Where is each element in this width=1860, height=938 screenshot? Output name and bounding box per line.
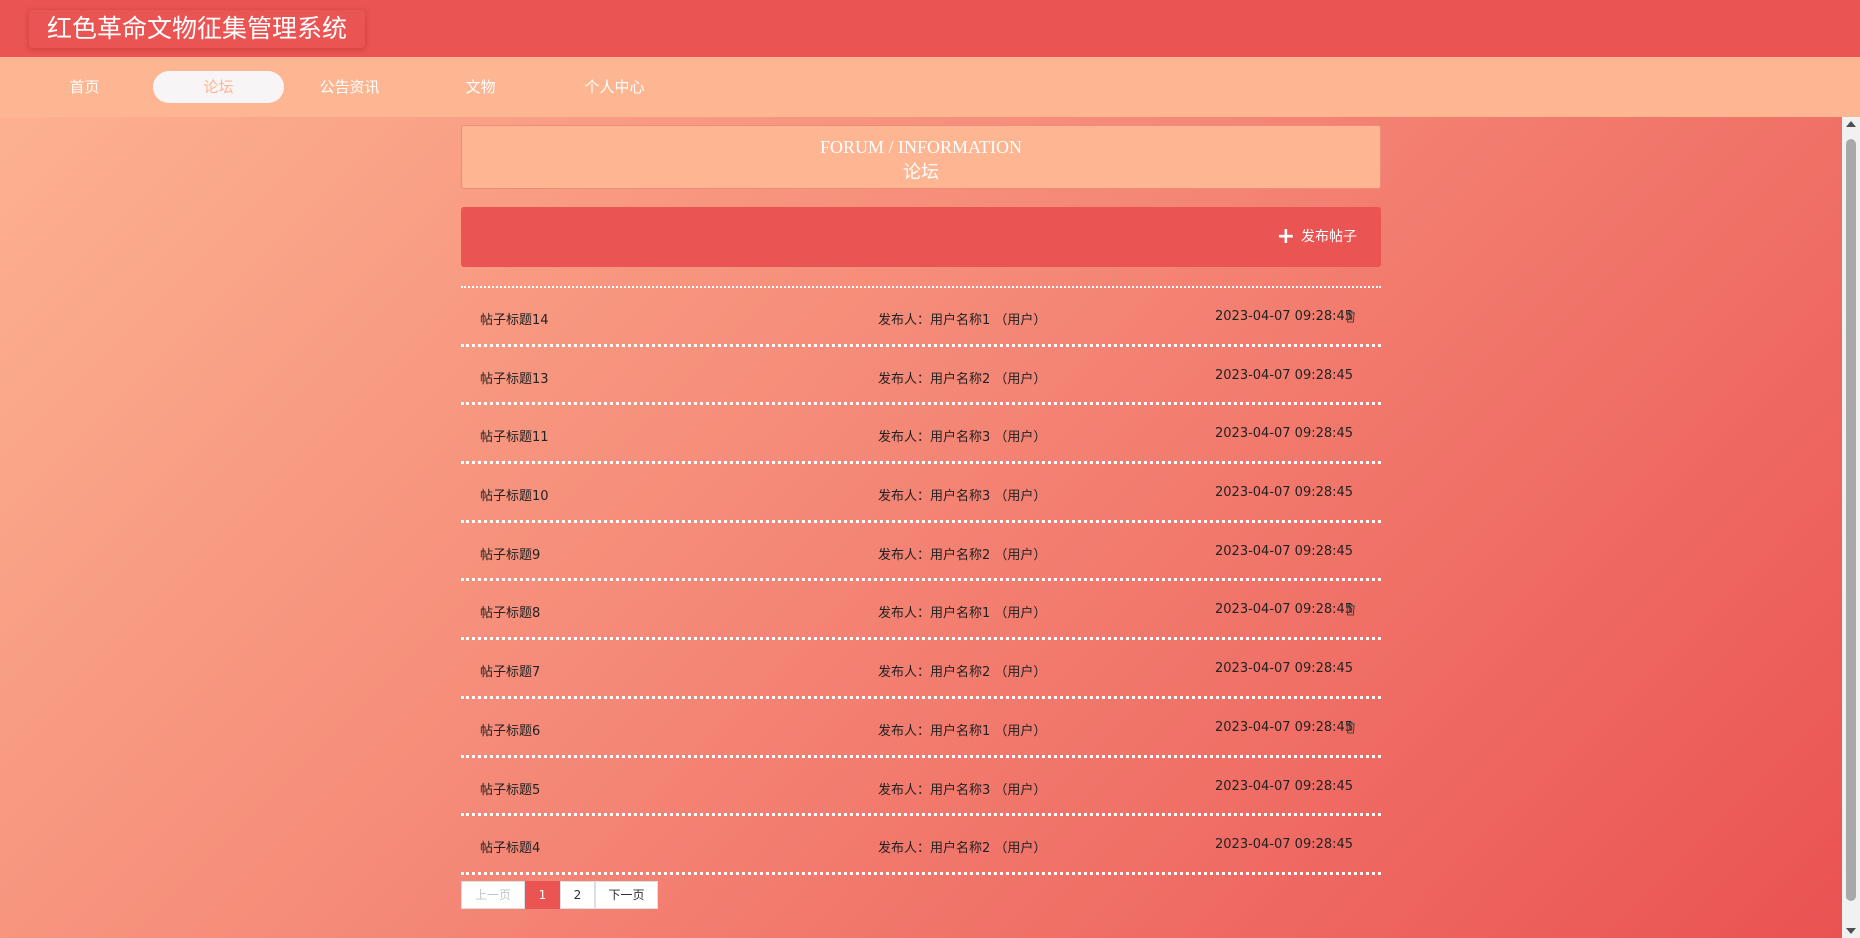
nav-bar: 首页 论坛 公告资讯 文物 个人中心 — [0, 57, 1860, 117]
forum-content: FORUM / INFORMATION 论坛 + 发布帖子 帖子标题14 发布人：… — [461, 125, 1381, 875]
post-row[interactable]: 帖子标题10 发布人：用户名称3 （用户） 2023-04-07 09:28:45 — [461, 464, 1381, 523]
post-title[interactable]: 帖子标题8 — [480, 602, 540, 621]
post-row[interactable]: 帖子标题7 发布人：用户名称2 （用户） 2023-04-07 09:28:45 — [461, 640, 1381, 699]
post-author: 发布人：用户名称1 （用户） — [878, 723, 1047, 739]
post-row[interactable]: 帖子标题13 发布人：用户名称2 （用户） 2023-04-07 09:28:45 — [461, 347, 1381, 406]
post-title[interactable]: 帖子标题13 — [480, 368, 549, 387]
post-time: 2023-04-07 09:28:45 — [1215, 426, 1354, 442]
delete-icon[interactable] — [1345, 310, 1356, 323]
post-author: 发布人：用户名称2 （用户） — [878, 841, 1047, 857]
post-title[interactable]: 帖子标题14 — [480, 309, 549, 328]
post-row[interactable]: 帖子标题6 发布人：用户名称1 （用户） 2023-04-07 09:28:45 — [461, 699, 1381, 758]
nav-item-forum[interactable]: 论坛 — [153, 71, 284, 103]
post-row[interactable]: 帖子标题8 发布人：用户名称1 （用户） 2023-04-07 09:28:45 — [461, 581, 1381, 641]
post-title[interactable]: 帖子标题9 — [480, 544, 540, 563]
nav-item-home[interactable]: 首页 — [19, 71, 150, 103]
nav-item-announcements[interactable]: 公告资讯 — [284, 71, 415, 103]
post-row[interactable]: 帖子标题4 发布人：用户名称2 （用户） 2023-04-07 09:28:45 — [461, 816, 1381, 875]
section-title-cn: 论坛 — [903, 162, 939, 182]
post-time: 2023-04-07 09:28:45 — [1215, 309, 1354, 324]
scroll-thumb[interactable] — [1846, 139, 1856, 901]
post-title[interactable]: 帖子标题4 — [480, 837, 540, 856]
scroll-up-arrow-icon[interactable] — [1846, 121, 1856, 127]
post-time: 2023-04-07 09:28:45 — [1215, 602, 1354, 618]
post-time: 2023-04-07 09:28:45 — [1215, 661, 1354, 677]
next-page-button[interactable]: 下一页 — [595, 881, 658, 909]
pagination: 上一页 1 2 下一页 — [461, 881, 658, 909]
post-author: 发布人：用户名称1 （用户） — [878, 606, 1047, 622]
prev-page-button[interactable]: 上一页 — [461, 881, 525, 909]
post-row[interactable]: 帖子标题14 发布人：用户名称1 （用户） 2023-04-07 09:28:45 — [461, 288, 1381, 347]
delete-icon[interactable] — [1345, 721, 1356, 734]
post-list: 帖子标题14 发布人：用户名称1 （用户） 2023-04-07 09:28:45 帖… — [461, 286, 1381, 875]
post-time: 2023-04-07 09:28:45 — [1215, 367, 1354, 383]
post-author: 发布人：用户名称3 （用户） — [878, 489, 1047, 505]
post-author: 发布人：用户名称3 （用户） — [878, 430, 1047, 446]
post-title[interactable]: 帖子标题5 — [480, 779, 540, 798]
publish-post-button[interactable]: + 发布帖子 — [1276, 224, 1357, 249]
post-author: 发布人：用户名称2 （用户） — [878, 371, 1047, 387]
top-bar: 红色革命文物征集管理系统 — [0, 0, 1860, 57]
nav-item-relics[interactable]: 文物 — [415, 71, 546, 103]
nav-item-profile[interactable]: 个人中心 — [549, 71, 680, 103]
post-title[interactable]: 帖子标题6 — [480, 720, 540, 739]
section-title-en: FORUM / INFORMATION — [819, 137, 1023, 157]
post-time: 2023-04-07 09:28:45 — [1215, 485, 1354, 501]
post-author: 发布人：用户名称2 （用户） — [878, 547, 1047, 563]
section-header: FORUM / INFORMATION 论坛 — [461, 125, 1381, 189]
post-time: 2023-04-07 09:28:45 — [1215, 778, 1354, 794]
app-title: 红色革命文物征集管理系统 — [29, 10, 366, 48]
post-row[interactable]: 帖子标题5 发布人：用户名称3 （用户） 2023-04-07 09:28:45 — [461, 758, 1381, 817]
plus-icon: + — [1276, 224, 1295, 249]
page-button-2[interactable]: 2 — [560, 881, 595, 909]
post-title[interactable]: 帖子标题11 — [480, 426, 549, 445]
delete-icon[interactable] — [1345, 603, 1356, 616]
post-time: 2023-04-07 09:28:45 — [1215, 837, 1354, 853]
post-title[interactable]: 帖子标题7 — [480, 661, 540, 680]
post-author: 发布人：用户名称1 （用户） — [878, 313, 1047, 328]
post-time: 2023-04-07 09:28:45 — [1215, 719, 1354, 735]
publish-post-label: 发布帖子 — [1301, 229, 1357, 245]
action-bar: + 发布帖子 — [461, 207, 1381, 267]
page-button-1[interactable]: 1 — [525, 881, 560, 909]
scroll-down-arrow-icon[interactable] — [1846, 928, 1856, 934]
scrollbar[interactable] — [1842, 117, 1860, 938]
post-title[interactable]: 帖子标题10 — [480, 485, 549, 504]
post-row[interactable]: 帖子标题11 发布人：用户名称3 （用户） 2023-04-07 09:28:45 — [461, 405, 1381, 465]
post-row[interactable]: 帖子标题9 发布人：用户名称2 （用户） 2023-04-07 09:28:45 — [461, 523, 1381, 582]
post-author: 发布人：用户名称2 （用户） — [878, 665, 1047, 681]
post-author: 发布人：用户名称3 （用户） — [878, 782, 1047, 798]
post-time: 2023-04-07 09:28:45 — [1215, 543, 1354, 559]
